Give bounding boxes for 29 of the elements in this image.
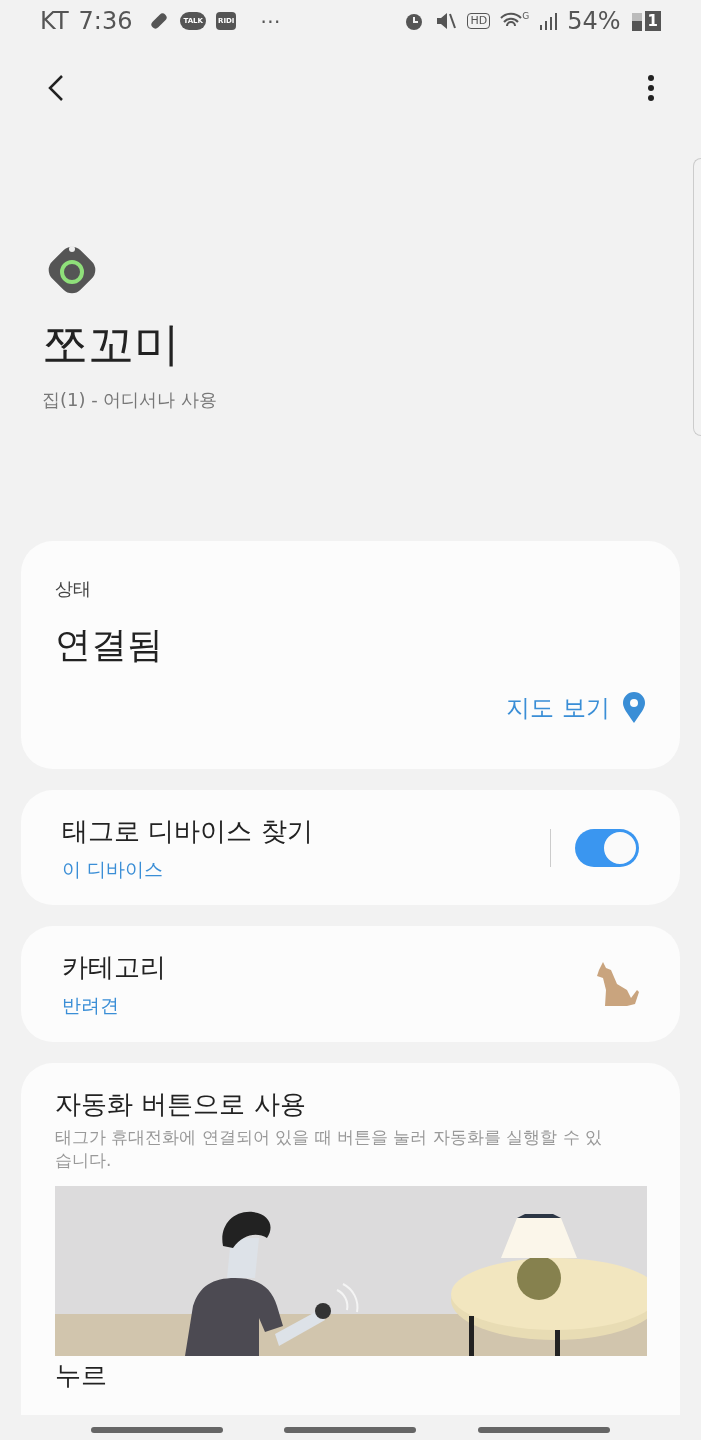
setting-title: 카테고리 xyxy=(62,951,167,985)
time-text: 7:36 xyxy=(78,6,133,37)
toggle-switch[interactable] xyxy=(575,828,639,867)
location-pin-icon xyxy=(622,692,646,724)
setting-subtitle: 이 디바이스 xyxy=(62,856,165,882)
more-notifications-text: ⋯ xyxy=(260,8,281,35)
device-subtitle: 집(1) - 어디서나 사용 xyxy=(42,388,219,412)
signal-icon xyxy=(539,11,558,31)
mute-icon xyxy=(435,10,458,32)
sim-slot-icon: 1 xyxy=(644,11,661,31)
hd-voice-icon: HD xyxy=(467,13,491,29)
section-heading: 누르 xyxy=(55,1360,108,1390)
network-type-text: G xyxy=(522,11,530,21)
carrier-text: KT xyxy=(40,6,69,37)
device-name: 쪼꼬미 xyxy=(42,316,181,373)
view-map-link[interactable]: 지도 보기 xyxy=(506,690,646,726)
more-icon xyxy=(648,75,654,101)
setting-subtitle: 반려견 xyxy=(62,993,120,1019)
battery-icon xyxy=(630,10,643,32)
setting-title: 태그로 디바이스 찾기 xyxy=(62,814,314,848)
navigation-handle[interactable] xyxy=(284,1427,417,1433)
navigation-handle[interactable] xyxy=(90,1427,223,1433)
navigation-handle[interactable] xyxy=(478,1427,611,1433)
card-title: 자동화 버튼으로 사용 xyxy=(55,1088,307,1121)
card-description: 태그가 휴대전화에 연결되어 있을 때 버튼을 눌러 자동화를 실행할 수 있습니다. xyxy=(55,1126,604,1172)
battery-percent-text: 54% xyxy=(567,6,621,37)
status-label: 상태 xyxy=(55,577,92,601)
status-value: 연결됨 xyxy=(55,623,164,667)
back-icon xyxy=(47,74,65,102)
